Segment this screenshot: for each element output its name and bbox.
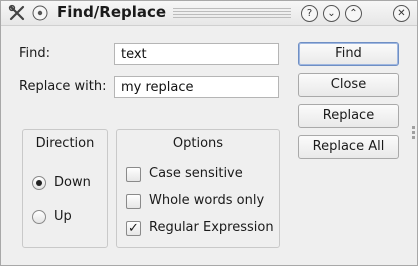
resize-grip[interactable] xyxy=(412,131,415,134)
regex-label[interactable]: Regular Expression xyxy=(149,220,274,235)
whole-words-checkbox[interactable] xyxy=(126,194,141,209)
direction-up-label[interactable]: Up xyxy=(54,209,72,224)
close-button[interactable]: Close xyxy=(298,73,399,97)
find-replace-dialog: Find/Replace ? ⌄ ⌃ ✕ Find: Replace with:… xyxy=(0,0,418,266)
replace-input[interactable] xyxy=(114,76,279,98)
title-bar-decoration xyxy=(173,8,291,18)
direction-title: Direction xyxy=(35,136,95,151)
options-group: Options Case sensitive Whole words only … xyxy=(116,129,280,248)
replace-label: Replace with: xyxy=(19,79,107,94)
resize-grip[interactable] xyxy=(412,126,415,129)
direction-up-radio[interactable] xyxy=(32,210,46,224)
replace-all-button[interactable]: Replace All xyxy=(298,135,399,159)
resize-grip[interactable] xyxy=(412,136,415,139)
tools-icon[interactable] xyxy=(8,4,26,22)
window-title: Find/Replace xyxy=(57,3,167,21)
minimize-icon[interactable]: ⌄ xyxy=(323,5,340,22)
regex-checkbox[interactable]: ✓ xyxy=(126,221,141,236)
help-icon[interactable]: ? xyxy=(301,5,318,22)
find-button[interactable]: Find xyxy=(298,42,399,66)
find-input[interactable] xyxy=(114,43,279,65)
case-sensitive-label[interactable]: Case sensitive xyxy=(149,166,243,181)
window-menu-icon[interactable] xyxy=(31,4,49,22)
direction-down-radio[interactable] xyxy=(32,176,46,190)
direction-group: Direction Down Up xyxy=(22,129,108,248)
case-sensitive-checkbox[interactable] xyxy=(126,167,141,182)
options-title: Options xyxy=(172,136,224,151)
maximize-icon[interactable]: ⌃ xyxy=(345,5,362,22)
whole-words-label[interactable]: Whole words only xyxy=(149,193,264,208)
close-icon[interactable]: ✕ xyxy=(393,5,410,22)
title-bar[interactable]: Find/Replace ? ⌄ ⌃ ✕ xyxy=(1,1,417,26)
checkmark-icon: ✓ xyxy=(128,221,139,236)
find-label: Find: xyxy=(19,46,51,61)
replace-button[interactable]: Replace xyxy=(298,104,399,128)
direction-down-label[interactable]: Down xyxy=(54,175,91,190)
